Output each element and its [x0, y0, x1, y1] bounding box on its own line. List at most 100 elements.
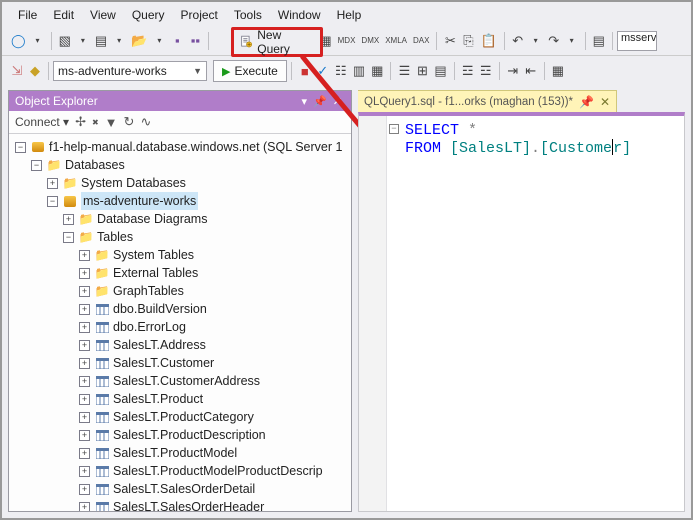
- save-icon[interactable]: ▪: [168, 30, 186, 52]
- tree-databases[interactable]: Databases: [65, 156, 125, 174]
- expand-icon[interactable]: +: [79, 430, 90, 441]
- expand-icon[interactable]: +: [79, 394, 90, 405]
- indent-icon[interactable]: ⇥: [504, 60, 522, 82]
- expand-icon[interactable]: +: [79, 250, 90, 261]
- collapse-icon[interactable]: −: [47, 196, 58, 207]
- tree-table[interactable]: SalesLT.ProductCategory: [113, 408, 254, 426]
- menu-edit[interactable]: Edit: [45, 6, 82, 24]
- collapse-icon[interactable]: −: [63, 232, 74, 243]
- menu-view[interactable]: View: [82, 6, 124, 24]
- results-file-icon[interactable]: ▤: [431, 60, 449, 82]
- dropdown-arrow-icon[interactable]: ▾: [74, 30, 92, 52]
- tree-table[interactable]: SalesLT.ProductDescription: [113, 426, 266, 444]
- server-combo[interactable]: msservi: [617, 31, 657, 51]
- dax-icon[interactable]: DAX: [410, 30, 432, 52]
- window-position-icon[interactable]: ▾: [299, 95, 311, 108]
- stop-icon[interactable]: ■: [296, 60, 314, 82]
- expand-icon[interactable]: +: [79, 484, 90, 495]
- parse-icon[interactable]: ✓: [314, 60, 332, 82]
- new-project-icon[interactable]: ▧: [56, 30, 74, 52]
- paste-icon[interactable]: 📋: [477, 30, 499, 52]
- save-all-icon[interactable]: ▪▪: [186, 30, 204, 52]
- dropdown-arrow-icon[interactable]: ▾: [110, 30, 128, 52]
- tree-table[interactable]: SalesLT.CustomerAddress: [113, 372, 260, 390]
- tree-table[interactable]: dbo.BuildVersion: [113, 300, 207, 318]
- tree-server[interactable]: f1-help-manual.database.windows.net (SQL…: [49, 138, 342, 156]
- results-grid-icon[interactable]: ⊞: [413, 60, 431, 82]
- open-icon[interactable]: 📂: [128, 30, 150, 52]
- pin-icon[interactable]: 📌: [579, 95, 594, 109]
- display-plan-icon[interactable]: ☷: [332, 60, 350, 82]
- dmx-icon[interactable]: DMX: [358, 30, 382, 52]
- uncomment-icon[interactable]: ☲: [477, 60, 495, 82]
- cut-icon[interactable]: ✂: [441, 30, 459, 52]
- new-item-icon[interactable]: ▤: [92, 30, 110, 52]
- tree-selected-db[interactable]: ms-adventure-works: [81, 192, 198, 210]
- redo-icon[interactable]: ↷: [545, 30, 563, 52]
- menu-file[interactable]: File: [10, 6, 45, 24]
- activity-icon[interactable]: ∿: [140, 114, 151, 130]
- properties-icon[interactable]: ▤: [590, 30, 608, 52]
- refresh-icon[interactable]: ↻: [124, 114, 135, 130]
- new-query-button[interactable]: New Query: [231, 27, 323, 57]
- specify-values-icon[interactable]: ▦: [549, 60, 567, 82]
- tree-table[interactable]: SalesLT.Address: [113, 336, 206, 354]
- expand-icon[interactable]: +: [79, 448, 90, 459]
- expand-icon[interactable]: +: [79, 412, 90, 423]
- menu-query[interactable]: Query: [124, 6, 173, 24]
- filter2-icon[interactable]: ▼: [105, 115, 118, 130]
- object-explorer-title-bar[interactable]: Object Explorer ▾ 📌 ✕: [9, 91, 351, 111]
- filter-icon[interactable]: ✢: [75, 114, 86, 130]
- expand-icon[interactable]: +: [47, 178, 58, 189]
- query-editor[interactable]: − SELECT * FROM [SalesLT].[Customer]: [358, 112, 685, 512]
- expand-icon[interactable]: +: [79, 304, 90, 315]
- pin-icon[interactable]: 📌: [310, 95, 330, 108]
- close-icon[interactable]: ✕: [600, 95, 610, 109]
- tree-table[interactable]: SalesLT.Customer: [113, 354, 214, 372]
- menu-tools[interactable]: Tools: [226, 6, 270, 24]
- mdx-icon[interactable]: MDX: [335, 30, 359, 52]
- menu-project[interactable]: Project: [173, 6, 226, 24]
- tree-table[interactable]: SalesLT.Product: [113, 390, 203, 408]
- expand-icon[interactable]: +: [63, 214, 74, 225]
- close-icon[interactable]: ✕: [330, 95, 345, 108]
- tree-db-diagrams[interactable]: Database Diagrams: [97, 210, 207, 228]
- tree-external-tables[interactable]: External Tables: [113, 264, 198, 282]
- dropdown-arrow-icon[interactable]: ▾: [150, 30, 168, 52]
- tree-table[interactable]: SalesLT.ProductModelProductDescrip: [113, 462, 323, 480]
- expand-icon[interactable]: +: [79, 286, 90, 297]
- tree-table[interactable]: SalesLT.SalesOrderHeader: [113, 498, 264, 511]
- tree-tables[interactable]: Tables: [97, 228, 133, 246]
- live-stats-icon[interactable]: ▦: [368, 60, 386, 82]
- document-tab[interactable]: QLQuery1.sql - f1...orks (maghan (153))*…: [358, 90, 617, 112]
- outdent-icon[interactable]: ⇤: [522, 60, 540, 82]
- dropdown-arrow-icon[interactable]: ▾: [527, 30, 545, 52]
- copy-icon[interactable]: ⎘: [459, 30, 477, 52]
- tree-table[interactable]: SalesLT.SalesOrderDetail: [113, 480, 255, 498]
- execute-button[interactable]: ▶ Execute: [213, 60, 287, 82]
- tag-icon[interactable]: ◆: [26, 60, 44, 82]
- undo-icon[interactable]: ↶: [509, 30, 527, 52]
- xmla-icon[interactable]: XMLA: [382, 30, 410, 52]
- dropdown-arrow-icon[interactable]: ▾: [29, 30, 47, 52]
- tree-graph-tables[interactable]: GraphTables: [113, 282, 184, 300]
- tree-system-databases[interactable]: System Databases: [81, 174, 186, 192]
- expand-icon[interactable]: +: [79, 268, 90, 279]
- nav-back-icon[interactable]: ◯: [8, 30, 29, 52]
- menu-help[interactable]: Help: [329, 6, 370, 24]
- tree-table[interactable]: SalesLT.ProductModel: [113, 444, 237, 462]
- collapse-icon[interactable]: −: [31, 160, 42, 171]
- expand-icon[interactable]: +: [79, 340, 90, 351]
- database-selector[interactable]: ms-adventure-works ▼: [53, 61, 207, 81]
- outline-collapse-icon[interactable]: −: [389, 124, 399, 134]
- attach-icon[interactable]: ⇲: [8, 60, 26, 82]
- tree-system-tables[interactable]: System Tables: [113, 246, 194, 264]
- expand-icon[interactable]: +: [79, 466, 90, 477]
- include-plan-icon[interactable]: ▥: [350, 60, 368, 82]
- connect-dropdown[interactable]: Connect ▾: [15, 115, 69, 129]
- menu-window[interactable]: Window: [270, 6, 329, 24]
- tree-table[interactable]: dbo.ErrorLog: [113, 318, 186, 336]
- expand-icon[interactable]: +: [79, 502, 90, 512]
- dropdown-arrow-icon[interactable]: ▾: [563, 30, 581, 52]
- expand-icon[interactable]: +: [79, 322, 90, 333]
